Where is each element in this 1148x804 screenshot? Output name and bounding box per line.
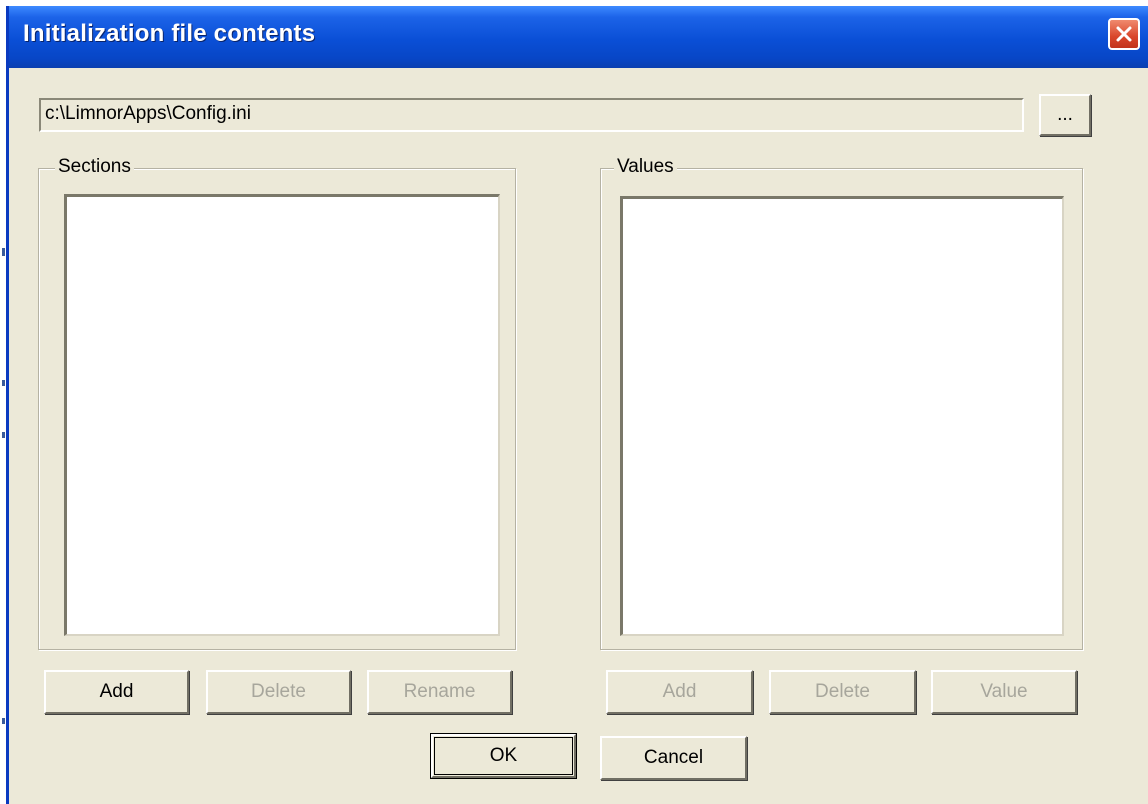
values-add-button[interactable]: Add <box>606 670 753 714</box>
file-path-field[interactable]: c:\LimnorApps\Config.ini <box>39 98 1024 132</box>
sections-rename-button[interactable]: Rename <box>367 670 512 714</box>
desktop-mark <box>2 718 5 724</box>
values-list[interactable] <box>620 196 1064 636</box>
title-bar[interactable]: Initialization file contents <box>9 6 1148 68</box>
desktop-mark <box>2 248 5 256</box>
desktop-mark <box>2 380 5 386</box>
sections-delete-button[interactable]: Delete <box>206 670 351 714</box>
sections-label: Sections <box>55 156 134 178</box>
sections-list[interactable] <box>64 194 500 636</box>
window-title: Initialization file contents <box>23 20 316 47</box>
ok-button[interactable]: OK <box>430 733 577 779</box>
close-icon <box>1116 26 1132 42</box>
desktop-mark <box>2 432 5 438</box>
values-delete-button[interactable]: Delete <box>769 670 916 714</box>
ini-dialog-window: Initialization file contents c:\LimnorAp… <box>6 6 1148 804</box>
close-button[interactable] <box>1108 18 1140 50</box>
values-label: Values <box>614 156 677 178</box>
cancel-button[interactable]: Cancel <box>600 736 747 780</box>
values-value-button[interactable]: Value <box>931 670 1077 714</box>
browse-button[interactable]: ... <box>1039 94 1091 136</box>
sections-add-button[interactable]: Add <box>44 670 189 714</box>
